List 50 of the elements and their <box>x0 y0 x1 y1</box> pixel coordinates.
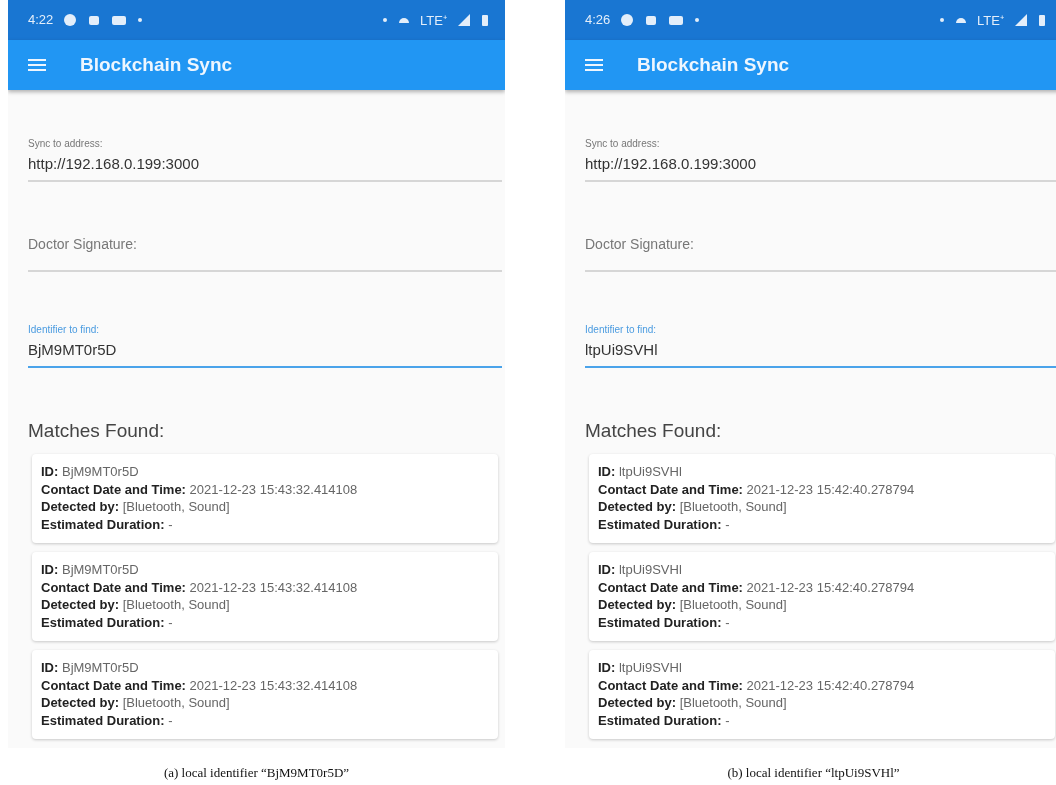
match-detail: Detected by: [Bluetooth, Sound] <box>41 498 231 516</box>
match-detail: ID: ltpUi9SVHl <box>598 561 683 579</box>
hotspot-icon <box>955 16 968 23</box>
text-field[interactable]: Doctor Signature: <box>585 216 1056 272</box>
text-field[interactable]: Sync to address: http://192.168.0.199:3000 <box>585 120 1056 182</box>
text-field[interactable]: Sync to address: http://192.168.0.199:3000 <box>28 120 502 182</box>
match-detail: ID: BjM9MT0r5D <box>41 659 140 677</box>
match-detail: Estimated Duration: - <box>41 711 174 729</box>
match-detail: Detected by: [Bluetooth, Sound] <box>598 694 788 712</box>
match-detail: Estimated Duration: - <box>598 515 731 533</box>
match-detail: Estimated Duration: - <box>598 613 731 631</box>
signal-icon <box>457 12 471 27</box>
figure-caption: (a) local identifier “BjM9MT0r5D” <box>163 765 350 781</box>
battery-icon <box>1038 12 1046 27</box>
app-title: Blockchain Sync <box>637 53 790 76</box>
match-detail: Detected by: [Bluetooth, Sound] <box>41 694 231 712</box>
notification-icon <box>620 12 635 27</box>
text-field[interactable]: Identifier to find: ltpUi9SVHl <box>585 306 1056 368</box>
match-detail: Contact Date and Time: 2021-12-23 15:43:32.414108 <box>41 578 359 596</box>
section-heading: Matches Found: <box>28 420 166 442</box>
match-detail: Detected by: [Bluetooth, Sound] <box>41 596 231 614</box>
match-detail: Estimated Duration: - <box>41 515 174 533</box>
notification-icon <box>63 12 78 27</box>
match-detail: ID: ltpUi9SVHl <box>598 463 683 481</box>
match-detail: Contact Date and Time: 2021-12-23 15:42:40.278794 <box>598 480 916 498</box>
status-time: 4:26 <box>585 12 611 28</box>
app-title: Blockchain Sync <box>80 53 233 76</box>
menu-icon[interactable] <box>585 57 603 72</box>
status-time: 4:22 <box>28 12 54 28</box>
signal-icon <box>1014 12 1028 27</box>
figure-caption: (b) local identifier “ltpUi9SVHl” <box>727 765 900 781</box>
match-detail: Contact Date and Time: 2021-12-23 15:43:32.414108 <box>41 676 359 694</box>
match-detail: Contact Date and Time: 2021-12-23 15:42:40.278794 <box>598 578 916 596</box>
match-detail: Contact Date and Time: 2021-12-23 15:42:40.278794 <box>598 676 916 694</box>
match-detail: Estimated Duration: - <box>41 613 174 631</box>
menu-icon[interactable] <box>28 57 46 72</box>
hotspot-icon <box>398 16 411 23</box>
match-detail: Contact Date and Time: 2021-12-23 15:43:32.414108 <box>41 480 359 498</box>
match-detail: ID: BjM9MT0r5D <box>41 561 140 579</box>
section-heading: Matches Found: <box>585 420 723 442</box>
network-type: LTE⁺ <box>420 11 447 29</box>
battery-icon <box>481 12 489 27</box>
match-detail: ID: BjM9MT0r5D <box>41 463 140 481</box>
match-detail: Estimated Duration: - <box>598 711 731 729</box>
text-field[interactable]: Doctor Signature: <box>28 216 502 272</box>
match-detail: Detected by: [Bluetooth, Sound] <box>598 498 788 516</box>
match-detail: ID: ltpUi9SVHl <box>598 659 683 677</box>
network-type: LTE⁺ <box>977 11 1004 29</box>
text-field[interactable]: Identifier to find: BjM9MT0r5D <box>28 306 502 368</box>
match-detail: Detected by: [Bluetooth, Sound] <box>598 596 788 614</box>
